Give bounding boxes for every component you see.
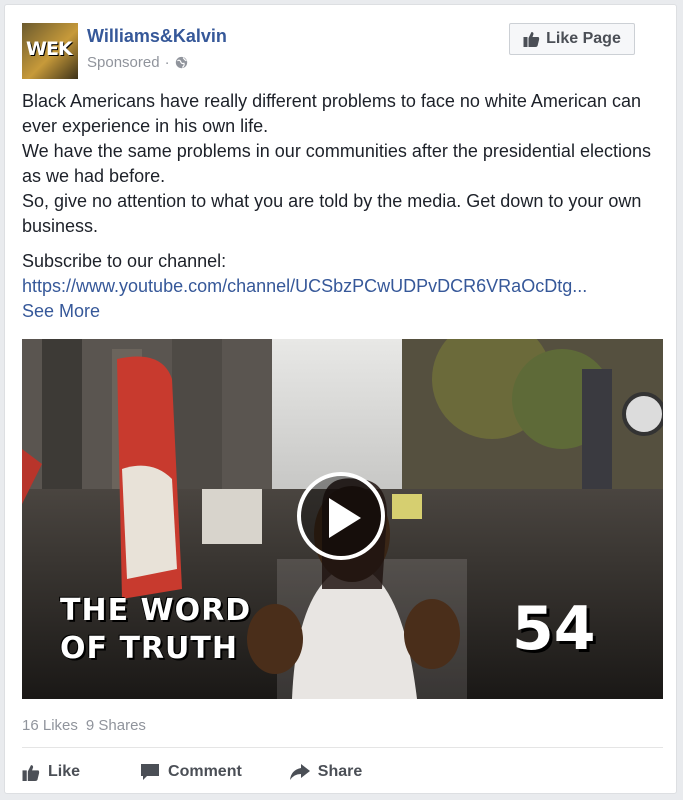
share-arrow-icon: [289, 764, 310, 780]
overlay-line: THE WORD: [60, 593, 252, 628]
post-text-line: Black Americans have really different pr…: [22, 91, 641, 136]
globe-icon: [175, 56, 187, 69]
subscribe-line: Subscribe to our channel:: [22, 251, 227, 271]
post-text: Black Americans have really different pr…: [22, 89, 652, 324]
like-page-button[interactable]: Like Page: [509, 23, 635, 55]
page-name-link[interactable]: Williams&Kalvin: [87, 26, 227, 47]
sponsored-post-card: WEK Williams&Kalvin Sponsored · Like Pag…: [4, 4, 677, 794]
video-overlay-number: 54: [512, 594, 596, 664]
sponsored-label: Sponsored: [87, 54, 160, 71]
action-bar: Like Comment Share: [22, 757, 663, 787]
see-more-link[interactable]: See More: [22, 301, 100, 321]
video-overlay-title: THE WORD OF TRUTH: [60, 592, 251, 668]
thumbs-up-icon: [22, 764, 40, 781]
shares-count[interactable]: 9 Shares: [86, 717, 146, 734]
sponsored-row: Sponsored ·: [87, 54, 188, 71]
page-avatar[interactable]: WEK: [22, 23, 78, 79]
divider: [22, 747, 663, 748]
play-icon: [329, 498, 361, 538]
like-button[interactable]: Like: [22, 757, 80, 787]
post-text-line: So, give no attention to what you are to…: [22, 191, 642, 236]
thumbs-up-icon: [523, 32, 540, 47]
channel-link[interactable]: https://www.youtube.com/channel/UCSbzPCw…: [22, 276, 587, 296]
separator-dot: ·: [164, 54, 170, 71]
comment-icon: [141, 764, 160, 780]
like-label: Like: [48, 763, 81, 780]
share-button[interactable]: Share: [289, 757, 363, 787]
comment-label: Comment: [168, 763, 242, 780]
engagement-stats: 16 Likes 9 Shares: [22, 717, 146, 734]
likes-count[interactable]: 16 Likes: [22, 717, 78, 734]
play-button[interactable]: [297, 472, 385, 560]
video-player[interactable]: THE WORD OF TRUTH 54: [22, 339, 663, 699]
share-label: Share: [317, 763, 363, 780]
overlay-line: OF TRUTH: [60, 631, 238, 666]
post-text-line: We have the same problems in our communi…: [22, 141, 651, 186]
like-page-label: Like Page: [546, 30, 621, 47]
comment-button[interactable]: Comment: [140, 757, 242, 787]
avatar-logo-text: WEK: [26, 38, 73, 60]
